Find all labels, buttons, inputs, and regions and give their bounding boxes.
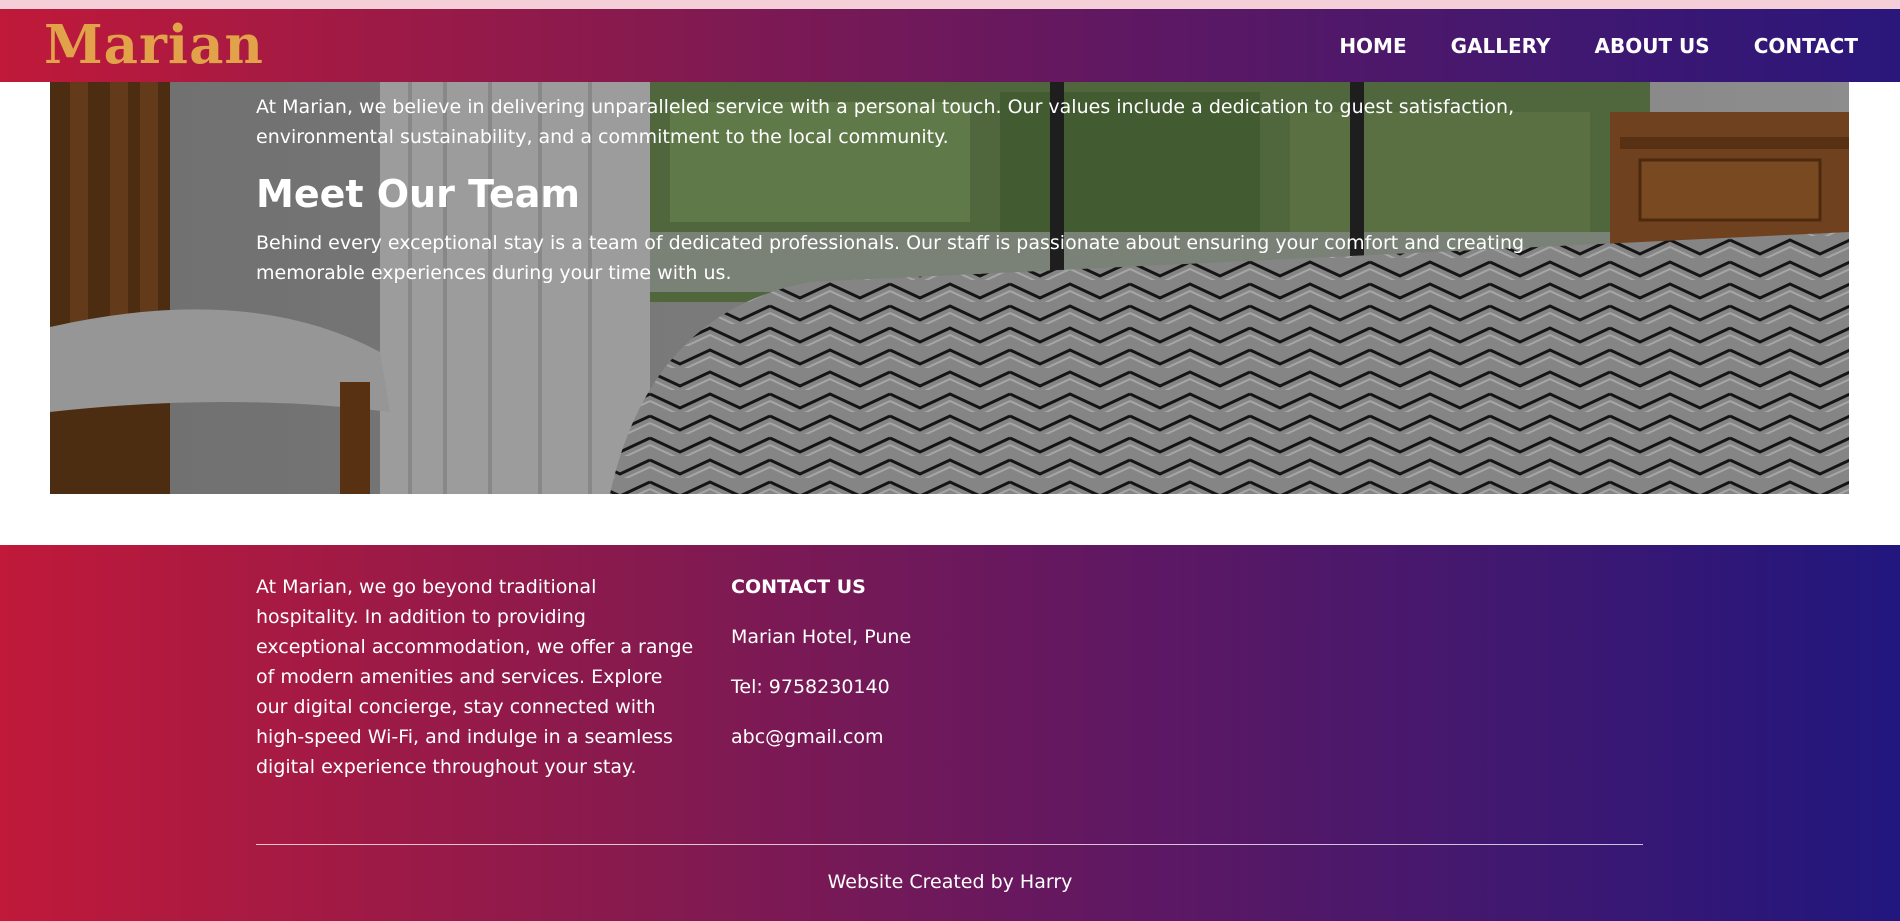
nav-home-link[interactable]: HOME (1339, 34, 1406, 58)
nav-menu: HOME GALLERY ABOUT US CONTACT (1339, 9, 1858, 82)
nav-gallery-link[interactable]: GALLERY (1451, 34, 1551, 58)
hero-content: At Marian, we believe in delivering unpa… (256, 92, 1656, 288)
navbar: Marian HOME GALLERY ABOUT US CONTACT (0, 9, 1900, 82)
contact-address: Marian Hotel, Pune (731, 626, 912, 648)
hero-section: At Marian, we believe in delivering unpa… (50, 82, 1849, 494)
footer-divider (256, 844, 1643, 845)
logo[interactable]: Marian (44, 13, 264, 77)
footer: At Marian, we go beyond traditional hosp… (0, 545, 1900, 921)
values-paragraph: At Marian, we believe in delivering unpa… (256, 96, 1515, 148)
contact-phone[interactable]: Tel: 9758230140 (731, 672, 1131, 702)
nav-about-link[interactable]: ABOUT US (1594, 34, 1709, 58)
contact-heading: CONTACT US (731, 576, 866, 598)
team-heading: Meet Our Team (256, 172, 580, 216)
footer-about-text: At Marian, we go beyond traditional hosp… (256, 576, 694, 778)
footer-contact-block: CONTACT US Marian Hotel, Pune Tel: 97582… (731, 572, 1131, 772)
footer-credit: Website Created by Harry (827, 871, 1073, 893)
team-paragraph: Behind every exceptional stay is a team … (256, 232, 1525, 284)
nav-contact-link[interactable]: CONTACT (1754, 34, 1858, 58)
contact-email[interactable]: abc@gmail.com (731, 722, 1131, 752)
top-accent-strip (0, 0, 1900, 9)
